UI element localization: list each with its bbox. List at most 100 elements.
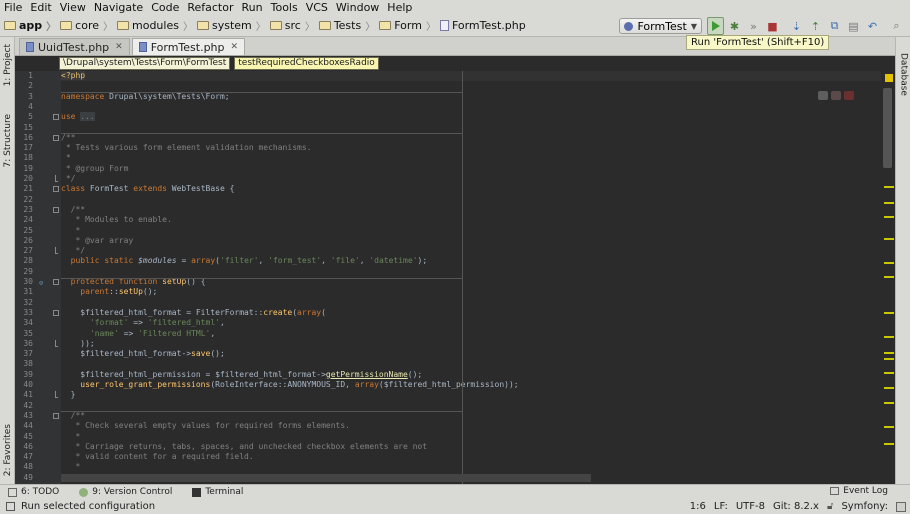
vcs-compare-button[interactable]: ⧉ xyxy=(826,17,843,35)
gutter-line[interactable]: 44 xyxy=(15,421,61,431)
breadcrumb-item[interactable]: Tests 〉 xyxy=(318,18,379,33)
code-line[interactable] xyxy=(61,123,881,133)
breadcrumb-item[interactable]: Form 〉 xyxy=(379,18,440,33)
fold-end-icon[interactable] xyxy=(55,391,58,399)
close-icon[interactable]: ✕ xyxy=(115,42,123,52)
code-line[interactable]: * Carriage returns, tabs, spaces, and un… xyxy=(61,442,881,452)
gutter-line[interactable]: 19 xyxy=(15,164,61,174)
code-line[interactable]: 'format' => 'filtered_html', xyxy=(61,318,881,328)
gutter-line[interactable]: 4 xyxy=(15,102,61,112)
menu-vcs[interactable]: VCS xyxy=(302,1,332,14)
menu-run[interactable]: Run xyxy=(238,1,267,14)
run-button[interactable] xyxy=(707,17,724,35)
code-line[interactable]: * xyxy=(61,462,881,472)
framework-indicator[interactable]: Symfony: xyxy=(841,501,888,512)
code-line[interactable] xyxy=(61,195,881,205)
gutter-line[interactable]: 15 xyxy=(15,123,61,133)
favorites-tool-tab[interactable]: 2: Favorites xyxy=(0,419,15,481)
code-line[interactable]: /** xyxy=(61,205,881,215)
fold-toggle-icon[interactable] xyxy=(53,206,59,213)
gutter-line[interactable]: 37 xyxy=(15,349,61,359)
breadcrumb-item[interactable]: system 〉 xyxy=(196,18,270,33)
code-line[interactable] xyxy=(61,359,881,369)
code-editor[interactable]: \Drupal\system\Tests\Form\FormTest testR… xyxy=(15,56,895,484)
code-line[interactable]: */ xyxy=(61,246,881,256)
gutter-line[interactable]: 42 xyxy=(15,401,61,411)
git-branch[interactable]: Git: 8.2.x xyxy=(773,501,819,512)
gutter-line[interactable]: 49 xyxy=(15,473,61,483)
fold-toggle-icon[interactable] xyxy=(53,309,59,316)
stripe-mark[interactable] xyxy=(884,443,894,445)
code-line[interactable]: */ xyxy=(61,174,881,184)
menu-edit[interactable]: Edit xyxy=(26,1,55,14)
gutter-line[interactable]: 18 xyxy=(15,153,61,163)
lock-icon[interactable]: 🔓︎ xyxy=(827,501,833,512)
breadcrumb-item[interactable]: modules 〉 xyxy=(117,18,197,33)
gutter-line[interactable]: 5 xyxy=(15,112,61,122)
gutter-line[interactable]: 43 xyxy=(15,411,61,421)
fold-toggle-icon[interactable] xyxy=(53,279,59,285)
breadcrumb-item[interactable]: FormTest.php xyxy=(439,19,526,32)
tool-window-toggle-icon[interactable] xyxy=(6,502,15,511)
gutter-line[interactable]: 26 xyxy=(15,236,61,246)
code-line[interactable] xyxy=(61,401,881,411)
gutter-line[interactable]: 31 xyxy=(15,287,61,297)
gutter-line[interactable]: 24 xyxy=(15,215,61,225)
gutter-line[interactable]: 2 xyxy=(15,81,61,91)
gutter-line[interactable]: 48 xyxy=(15,462,61,472)
code-line[interactable] xyxy=(61,81,881,91)
project-tool-tab[interactable]: 1: Project xyxy=(0,43,15,87)
code-line[interactable]: * Modules to enable. xyxy=(61,215,881,225)
gutter-line[interactable]: 25 xyxy=(15,226,61,236)
code-line[interactable]: * valid content for a required field. xyxy=(61,452,881,462)
run-configuration-selector[interactable]: FormTest ▼ xyxy=(619,18,702,34)
gutter-line[interactable]: 21 xyxy=(15,184,61,194)
fold-end-icon[interactable] xyxy=(55,175,58,182)
fold-end-icon[interactable] xyxy=(55,339,58,347)
gutter-line[interactable]: 40 xyxy=(15,380,61,390)
code-line[interactable]: 'name' => 'Filtered HTML', xyxy=(61,329,881,339)
editor-breadcrumb-class[interactable]: \Drupal\system\Tests\Form\FormTest xyxy=(59,57,231,70)
search-everywhere-button[interactable]: ⌕ xyxy=(888,17,905,35)
inspection-widget[interactable] xyxy=(815,91,854,100)
code-line[interactable]: class FormTest extends WebTestBase { xyxy=(61,184,881,194)
editor-breadcrumb-method[interactable]: testRequiredCheckboxesRadio xyxy=(234,57,379,70)
stripe-mark[interactable] xyxy=(884,216,894,218)
menu-code[interactable]: Code xyxy=(147,1,183,14)
stripe-mark[interactable] xyxy=(884,352,894,354)
fold-toggle-icon[interactable] xyxy=(53,412,59,419)
vcs-commit-button[interactable]: ⇡ xyxy=(807,17,824,35)
gutter-line[interactable]: 41 xyxy=(15,390,61,400)
fold-toggle-icon[interactable] xyxy=(53,134,59,141)
code-line[interactable]: * Tests various form element validation … xyxy=(61,143,881,153)
code-line[interactable]: parent::setUp(); xyxy=(61,287,881,297)
debug-button[interactable]: ✱ xyxy=(726,17,743,35)
terminal-tool-button[interactable]: Terminal xyxy=(192,487,243,497)
gutter-line[interactable]: 35 xyxy=(15,329,61,339)
stripe-mark[interactable] xyxy=(884,238,894,240)
gutter-line[interactable]: 36 xyxy=(15,339,61,349)
gutter-line[interactable]: 1 xyxy=(15,71,61,81)
gutter-line[interactable]: 3 xyxy=(15,92,61,102)
stripe-mark[interactable] xyxy=(884,262,894,264)
database-tool-tab[interactable]: Database xyxy=(896,51,910,97)
stripe-mark[interactable] xyxy=(884,426,894,428)
file-encoding[interactable]: UTF-8 xyxy=(736,501,765,512)
event-log-button[interactable]: Event Log xyxy=(830,486,888,496)
stripe-mark[interactable] xyxy=(884,186,894,188)
structure-tool-tab[interactable]: 7: Structure xyxy=(0,113,15,169)
fold-toggle-icon[interactable] xyxy=(53,186,59,193)
gutter-line[interactable]: 38 xyxy=(15,359,61,369)
tab-formtest[interactable]: FormTest.php ✕ xyxy=(131,38,246,55)
code-line[interactable]: * xyxy=(61,153,881,163)
menu-file[interactable]: File xyxy=(0,1,26,14)
code-line[interactable] xyxy=(61,267,881,277)
code-line[interactable]: /** xyxy=(61,133,881,143)
tab-uuidtest[interactable]: UuidTest.php ✕ xyxy=(19,38,130,55)
gutter-line[interactable]: 20 xyxy=(15,174,61,184)
menu-tools[interactable]: Tools xyxy=(267,1,302,14)
fold-toggle-icon[interactable] xyxy=(53,114,59,121)
code-line[interactable] xyxy=(61,102,881,112)
menu-refactor[interactable]: Refactor xyxy=(183,1,237,14)
caret-position[interactable]: 1:6 xyxy=(690,501,706,512)
